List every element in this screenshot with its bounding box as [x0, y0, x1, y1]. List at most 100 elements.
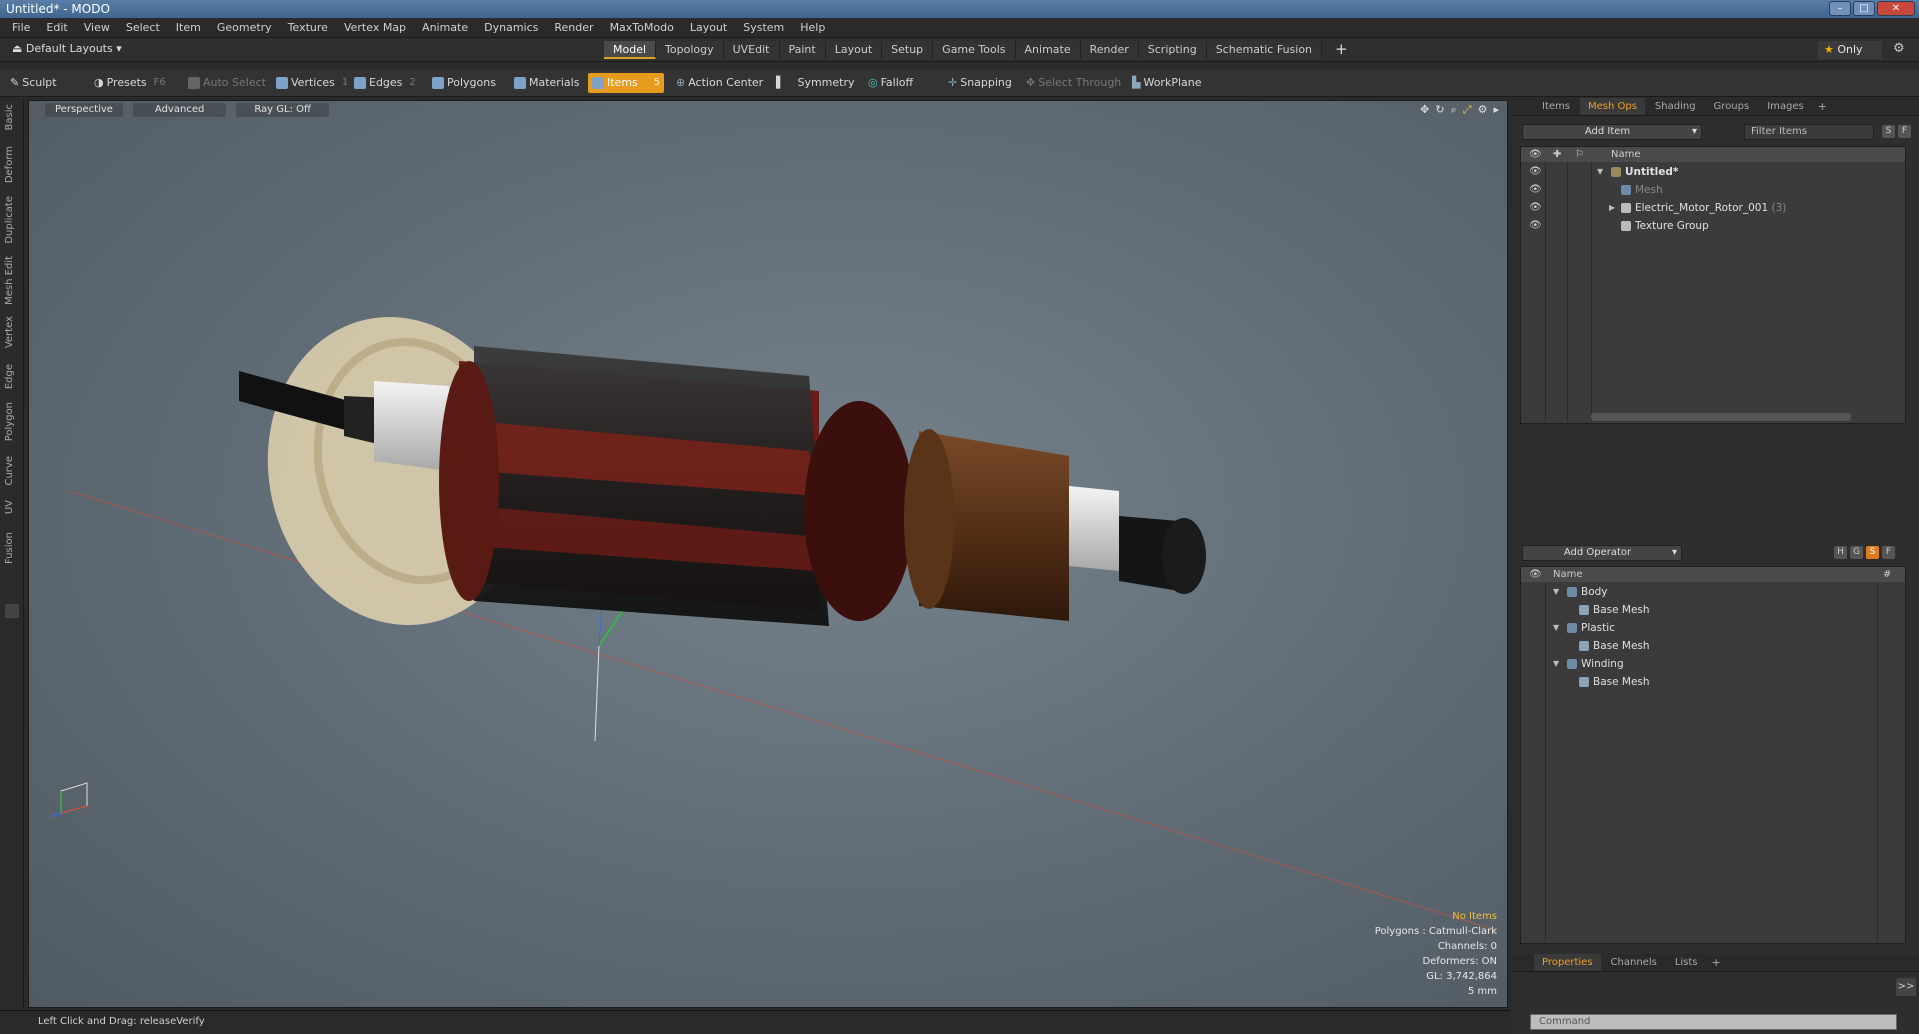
- collapse-icon[interactable]: [5, 604, 19, 618]
- tab-animate[interactable]: Animate: [1015, 41, 1081, 59]
- visibility-icon[interactable]: 👁: [1529, 217, 1542, 235]
- visibility-icon[interactable]: 👁: [1529, 181, 1542, 199]
- tab-properties[interactable]: Properties: [1534, 954, 1601, 971]
- tab-mesh-ops[interactable]: Mesh Ops: [1579, 98, 1645, 115]
- item-row-mesh[interactable]: 👁 Mesh: [1521, 181, 1905, 199]
- lefttab-deform[interactable]: Deform: [4, 146, 15, 183]
- tab-schematic-fusion[interactable]: Schematic Fusion: [1206, 41, 1323, 59]
- materials-button[interactable]: Materials: [510, 73, 583, 93]
- tab-scripting[interactable]: Scripting: [1138, 41, 1207, 59]
- tab-topology[interactable]: Topology: [656, 41, 724, 59]
- add-operator-button[interactable]: Add Operator ▾: [1522, 545, 1682, 561]
- expand-icon[interactable]: ▼: [1553, 583, 1559, 601]
- falloff-button[interactable]: ◎ Falloff: [864, 73, 917, 93]
- snapping-button[interactable]: ✛ Snapping: [944, 73, 1016, 93]
- lefttab-duplicate[interactable]: Duplicate: [4, 196, 15, 244]
- sculpt-button[interactable]: ✎ Sculpt: [6, 73, 61, 93]
- command-input[interactable]: Command: [1530, 1014, 1897, 1030]
- tab-render[interactable]: Render: [1080, 41, 1139, 59]
- layout-dropdown[interactable]: ⏏ Default Layouts ▾: [12, 42, 122, 55]
- add-tab-icon[interactable]: +: [1335, 40, 1348, 58]
- symmetry-button[interactable]: ▌ Symmetry: [772, 73, 859, 93]
- operator-row-base-mesh[interactable]: Base Mesh: [1521, 673, 1905, 691]
- tab-game-tools[interactable]: Game Tools: [933, 41, 1016, 59]
- expand-button[interactable]: >>: [1896, 978, 1916, 996]
- tab-images[interactable]: Images: [1759, 98, 1812, 115]
- item-row-texture-group[interactable]: 👁 Texture Group: [1521, 217, 1905, 235]
- visibility-icon[interactable]: 👁: [1529, 163, 1542, 181]
- vertices-button[interactable]: Vertices 1: [272, 73, 352, 93]
- workplane-button[interactable]: ▙ WorkPlane: [1128, 73, 1206, 93]
- edges-button[interactable]: Edges 2: [350, 73, 420, 93]
- f-button[interactable]: F: [1882, 546, 1895, 559]
- operator-row-body[interactable]: ▼ Body: [1521, 583, 1905, 601]
- tab-lists[interactable]: Lists: [1667, 954, 1706, 971]
- tab-layout[interactable]: Layout: [825, 41, 883, 59]
- tab-model[interactable]: Model: [604, 41, 657, 59]
- close-icon[interactable]: ✕: [1877, 1, 1915, 16]
- operator-row-plastic[interactable]: ▼ Plastic: [1521, 619, 1905, 637]
- gear-icon[interactable]: ⚙: [1893, 41, 1905, 56]
- item-row-rotor[interactable]: 👁 ▶ Electric_Motor_Rotor_001 (3): [1521, 199, 1905, 217]
- presets-button[interactable]: ◑ Presets F6: [90, 73, 170, 93]
- tab-uvedit[interactable]: UVEdit: [723, 41, 780, 59]
- operator-row-base-mesh[interactable]: Base Mesh: [1521, 637, 1905, 655]
- tab-shading[interactable]: Shading: [1647, 98, 1704, 115]
- expand-icon[interactable]: ▼: [1553, 655, 1559, 673]
- tab-groups[interactable]: Groups: [1706, 98, 1758, 115]
- 3d-viewport[interactable]: Perspective Advanced Ray GL: Off ✥ ↻ ⌕ ⤢…: [28, 100, 1508, 1008]
- add-tab-icon[interactable]: +: [1708, 954, 1725, 971]
- horizontal-scrollbar[interactable]: [1591, 413, 1851, 421]
- g-button[interactable]: G: [1850, 546, 1863, 559]
- menu-file[interactable]: File: [4, 21, 38, 34]
- auto-select-button[interactable]: Auto Select: [184, 73, 270, 93]
- menu-dynamics[interactable]: Dynamics: [476, 21, 546, 34]
- menu-geometry[interactable]: Geometry: [209, 21, 280, 34]
- lefttab-basic[interactable]: Basic: [4, 104, 15, 130]
- tab-items[interactable]: Items: [1534, 98, 1578, 115]
- select-through-button[interactable]: ✥ Select Through: [1022, 73, 1125, 93]
- tab-paint[interactable]: Paint: [779, 41, 826, 59]
- minimize-icon[interactable]: –: [1829, 1, 1851, 16]
- menu-item[interactable]: Item: [168, 21, 209, 34]
- lefttab-polygon[interactable]: Polygon: [4, 402, 15, 441]
- expand-icon[interactable]: ▼: [1553, 619, 1559, 637]
- expand-icon[interactable]: ▶: [1609, 199, 1615, 217]
- visibility-icon[interactable]: 👁: [1529, 199, 1542, 217]
- operator-row-base-mesh[interactable]: Base Mesh: [1521, 601, 1905, 619]
- menu-layout[interactable]: Layout: [682, 21, 735, 34]
- s-button[interactable]: S: [1866, 546, 1879, 559]
- menu-texture[interactable]: Texture: [280, 21, 336, 34]
- lefttab-uv[interactable]: UV: [4, 500, 15, 514]
- f-button[interactable]: F: [1898, 125, 1911, 138]
- maximize-icon[interactable]: □: [1853, 1, 1875, 16]
- menu-view[interactable]: View: [76, 21, 118, 34]
- menu-system[interactable]: System: [735, 21, 792, 34]
- menu-maxtomodo[interactable]: MaxToModo: [602, 21, 682, 34]
- lefttab-mesh-edit[interactable]: Mesh Edit: [4, 256, 15, 305]
- lefttab-vertex[interactable]: Vertex: [4, 316, 15, 348]
- tab-channels[interactable]: Channels: [1603, 954, 1665, 971]
- menu-edit[interactable]: Edit: [38, 21, 75, 34]
- add-item-button[interactable]: Add Item ▾: [1522, 124, 1702, 140]
- tab-setup[interactable]: Setup: [882, 41, 934, 59]
- items-button[interactable]: Items 5: [588, 73, 664, 93]
- add-tab-icon[interactable]: +: [1814, 98, 1831, 115]
- polygons-button[interactable]: Polygons: [428, 73, 500, 93]
- operator-row-winding[interactable]: ▼ Winding: [1521, 655, 1905, 673]
- item-row-untitled[interactable]: 👁 ▼ Untitled*: [1521, 163, 1905, 181]
- menu-help[interactable]: Help: [792, 21, 833, 34]
- menu-animate[interactable]: Animate: [414, 21, 476, 34]
- menu-render[interactable]: Render: [546, 21, 601, 34]
- menu-vertex-map[interactable]: Vertex Map: [336, 21, 414, 34]
- lefttab-fusion[interactable]: Fusion: [4, 532, 15, 564]
- lefttab-curve[interactable]: Curve: [4, 456, 15, 486]
- h-button[interactable]: H: [1834, 546, 1847, 559]
- action-center-button[interactable]: ⊕ Action Center: [672, 73, 767, 93]
- s-button[interactable]: S: [1882, 125, 1895, 138]
- lefttab-edge[interactable]: Edge: [4, 364, 15, 389]
- expand-icon[interactable]: ▼: [1597, 163, 1603, 181]
- filter-items-input[interactable]: Filter Items: [1744, 124, 1874, 140]
- only-toggle[interactable]: ★ Only: [1818, 41, 1882, 59]
- menu-select[interactable]: Select: [118, 21, 168, 34]
